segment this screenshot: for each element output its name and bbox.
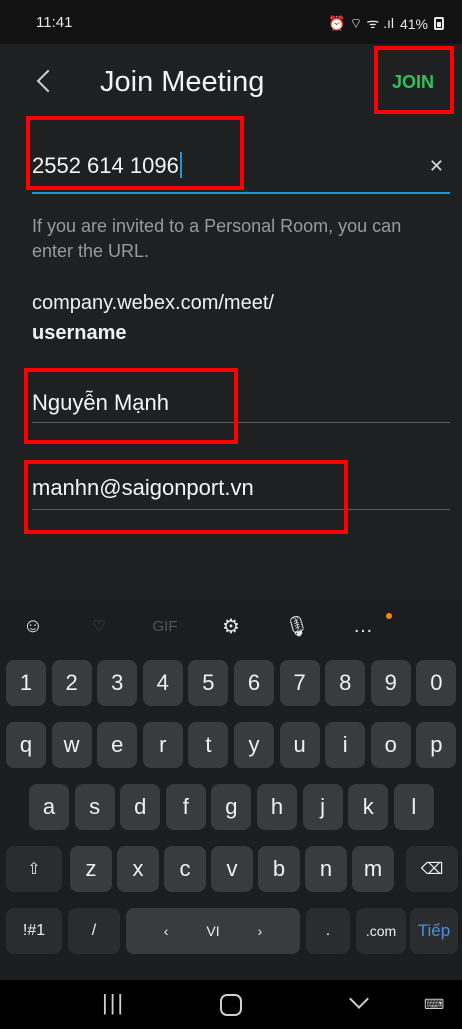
- letter-row-3: ⇧ ⌫ zxcvbnm: [0, 846, 462, 892]
- number-key-7[interactable]: 7: [279, 660, 320, 706]
- page-title: Join Meeting: [100, 66, 265, 98]
- letter-key-h[interactable]: h: [257, 784, 297, 830]
- join-form: 2552 614 1096 ✕ If you are invited to a …: [0, 120, 462, 600]
- letter-key-x[interactable]: x: [117, 846, 159, 892]
- url-username: username: [32, 322, 127, 344]
- letter-key-w[interactable]: w: [51, 722, 92, 768]
- emoji-icon[interactable]: ☺: [0, 615, 66, 638]
- number-key-3[interactable]: 3: [97, 660, 138, 706]
- arrow-right-icon: ›: [257, 923, 263, 939]
- keyboard-toolbar: ☺ ♡ GIF ⚙ 🎙 …: [0, 600, 462, 652]
- display-name-underline: [32, 422, 450, 423]
- letter-row-2: asdfghjkl: [0, 784, 462, 830]
- letter-row-1: qwertyuiop: [0, 722, 462, 768]
- letter-key-z[interactable]: z: [70, 846, 112, 892]
- status-icons: ⏰ ⌔ ᯤ .ıl 41%: [328, 14, 444, 33]
- more-icon[interactable]: …: [330, 612, 396, 638]
- delete-key[interactable]: ⌫: [406, 846, 458, 892]
- next-key[interactable]: Tiếp: [410, 908, 458, 954]
- recents-icon[interactable]: |||: [102, 990, 125, 1016]
- display-name-value[interactable]: Nguyễn Mạnh: [32, 390, 169, 415]
- meeting-number-value[interactable]: 2552 614 1096: [32, 153, 179, 178]
- battery-percent: 41%: [399, 15, 428, 32]
- letter-key-t[interactable]: t: [188, 722, 229, 768]
- letter-key-m[interactable]: m: [352, 846, 394, 892]
- status-time: 11:41: [36, 14, 73, 31]
- letter-key-j[interactable]: j: [302, 784, 343, 830]
- more-label: …: [353, 614, 373, 637]
- language-label: VI: [206, 923, 220, 939]
- letter-key-p[interactable]: p: [416, 722, 457, 768]
- clear-icon[interactable]: ✕: [429, 156, 444, 177]
- hide-keyboard-icon[interactable]: [349, 989, 369, 1009]
- meeting-number-field[interactable]: 2552 614 1096 ✕: [32, 152, 450, 196]
- url-prefix: company.webex.com/meet/: [32, 292, 274, 314]
- symbols-key[interactable]: !#1: [6, 908, 62, 954]
- signal-icons: ⏰ ⌔ ᯤ .ıl: [328, 15, 394, 31]
- display-name-field[interactable]: Nguyễn Mạnh: [32, 390, 450, 434]
- arrow-left-icon: ‹: [163, 923, 169, 939]
- letter-key-g[interactable]: g: [211, 784, 252, 830]
- letter-key-k[interactable]: k: [348, 784, 389, 830]
- letter-key-s[interactable]: s: [74, 784, 115, 830]
- on-screen-keyboard: ☺ ♡ GIF ⚙ 🎙 … 1234567890 qwertyuiop asdf…: [0, 600, 462, 1029]
- status-bar: 11:41 ⏰ ⌔ ᯤ .ıl 41%: [0, 0, 462, 44]
- letter-key-v[interactable]: v: [211, 846, 253, 892]
- settings-icon[interactable]: ⚙: [198, 614, 264, 639]
- period-key[interactable]: .: [306, 908, 350, 954]
- number-key-6[interactable]: 6: [234, 660, 274, 706]
- letter-key-f[interactable]: f: [165, 784, 206, 830]
- join-button[interactable]: JOIN: [392, 72, 434, 93]
- battery-icon: [434, 17, 444, 30]
- letter-key-o[interactable]: o: [370, 722, 411, 768]
- number-key-0[interactable]: 0: [416, 660, 457, 706]
- home-icon[interactable]: [220, 994, 242, 1016]
- gif-icon[interactable]: GIF: [132, 618, 198, 635]
- keyboard-switch-icon[interactable]: ⌨: [424, 996, 444, 1013]
- personal-room-hint: If you are invited to a Personal Room, y…: [32, 216, 402, 261]
- personal-room-url-example: company.webex.com/meet/ username: [32, 288, 437, 348]
- number-row: 1234567890: [0, 660, 462, 706]
- slash-key[interactable]: /: [68, 908, 120, 954]
- number-key-4[interactable]: 4: [142, 660, 183, 706]
- number-key-5[interactable]: 5: [188, 660, 229, 706]
- microphone-icon[interactable]: 🎙: [264, 614, 330, 639]
- text-cursor: [179, 152, 182, 178]
- letter-key-e[interactable]: e: [97, 722, 138, 768]
- shift-key[interactable]: ⇧: [6, 846, 62, 892]
- meeting-number-underline: [32, 192, 450, 194]
- letter-key-y[interactable]: y: [234, 722, 274, 768]
- number-key-1[interactable]: 1: [6, 660, 46, 706]
- back-arrow-icon[interactable]: [32, 62, 60, 102]
- number-key-9[interactable]: 9: [370, 660, 411, 706]
- number-key-8[interactable]: 8: [325, 660, 366, 706]
- letter-key-c[interactable]: c: [164, 846, 206, 892]
- number-key-2[interactable]: 2: [51, 660, 92, 706]
- bottom-row: !#1 / ‹ VI › . .com Tiếp: [0, 908, 462, 954]
- letter-key-u[interactable]: u: [279, 722, 320, 768]
- letter-key-l[interactable]: l: [393, 784, 434, 830]
- email-value[interactable]: manhn@saigonport.vn: [32, 475, 254, 500]
- letter-key-i[interactable]: i: [325, 722, 366, 768]
- letter-key-r[interactable]: r: [142, 722, 183, 768]
- notification-dot: [386, 612, 392, 619]
- email-underline: [32, 509, 450, 510]
- system-nav-bar: ||| ⌨: [0, 980, 462, 1029]
- dotcom-key[interactable]: .com: [356, 908, 406, 954]
- letter-key-b[interactable]: b: [258, 846, 300, 892]
- letter-key-d[interactable]: d: [120, 784, 161, 830]
- letter-key-n[interactable]: n: [305, 846, 347, 892]
- email-field[interactable]: manhn@saigonport.vn: [32, 475, 450, 519]
- header: Join Meeting JOIN: [0, 44, 462, 120]
- space-key[interactable]: ‹ VI ›: [126, 908, 300, 954]
- letter-key-q[interactable]: q: [6, 722, 46, 768]
- letter-key-a[interactable]: a: [29, 784, 69, 830]
- sticker-icon[interactable]: ♡: [66, 617, 132, 635]
